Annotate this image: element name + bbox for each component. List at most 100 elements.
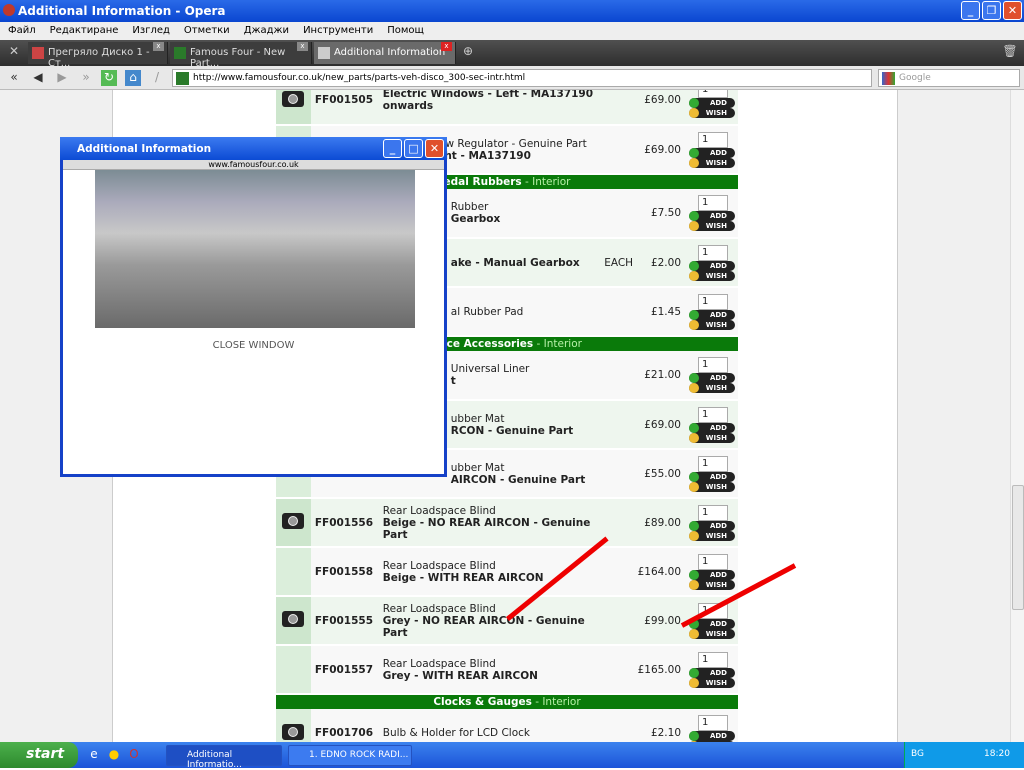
scrollbar-thumb[interactable] — [1012, 485, 1024, 610]
add-button[interactable]: ADD — [689, 98, 735, 108]
camera-icon[interactable] — [282, 611, 305, 627]
quantity-input[interactable]: 1 — [698, 651, 728, 668]
wish-button[interactable]: WISH — [689, 221, 735, 231]
wish-button[interactable]: WISH — [689, 270, 735, 281]
quantity-input[interactable]: 1 — [698, 195, 728, 211]
edit-icon[interactable]: / — [149, 70, 165, 86]
popup-address: www.famousfour.co.uk — [63, 160, 444, 170]
wish-button[interactable]: WISH — [689, 108, 735, 118]
taskbar-item-opera[interactable]: Additional Informatio... — [166, 745, 282, 770]
part-desc-line1: Rear Loadspace Blind — [382, 657, 496, 670]
tools-icon[interactable]: ✕ — [6, 44, 22, 60]
quantity-input[interactable]: 1 — [698, 455, 728, 472]
opera-quicklaunch-icon[interactable]: O — [126, 747, 142, 763]
taskbar-item-radio[interactable]: 1. EDNO ROCK RADI... — [288, 745, 412, 766]
quantity-input[interactable]: 1 — [698, 131, 728, 148]
quantity-input[interactable]: 1 — [698, 553, 728, 570]
price: £89.00 — [637, 498, 687, 548]
wish-button[interactable]: WISH — [689, 677, 735, 688]
add-button[interactable]: ADD — [689, 569, 735, 580]
reload-icon[interactable]: ↻ — [101, 70, 117, 86]
quantity-input[interactable]: 1 — [698, 90, 728, 98]
start-button[interactable]: start — [0, 742, 78, 768]
home-icon[interactable]: ⌂ — [125, 70, 141, 86]
popup-maximize-button[interactable]: □ — [404, 139, 423, 158]
popup-minimize-button[interactable]: _ — [383, 139, 402, 158]
part-desc-line1: Rear Loadspace Blind — [382, 504, 496, 517]
wish-button[interactable]: WISH — [689, 530, 735, 541]
menu-view[interactable]: Изглед — [132, 25, 170, 37]
system-tray: BG 18:20 — [904, 742, 1024, 768]
tab-additional-information[interactable]: Additional Information x — [314, 42, 456, 64]
menu-bar: Файл Редактиране Изглед Отметки Джаджи Инстру… — [0, 22, 1024, 40]
quantity-input[interactable]: 1 — [698, 406, 728, 423]
part-desc-line2: Grey - WITH REAR AIRCON — [382, 669, 538, 682]
add-button[interactable]: ADD — [689, 520, 735, 531]
add-button[interactable]: ADD — [689, 211, 735, 221]
price: £69.00 — [637, 400, 687, 450]
add-button[interactable]: ADD — [689, 422, 735, 433]
wish-button[interactable]: WISH — [689, 481, 735, 492]
minimize-button[interactable]: _ — [961, 1, 980, 20]
tab-close-icon[interactable]: x — [153, 42, 164, 51]
wish-button[interactable]: WISH — [689, 157, 735, 168]
media-quicklaunch-icon[interactable]: ● — [106, 747, 122, 763]
quantity-input[interactable]: 1 — [698, 715, 728, 731]
menu-bookmarks[interactable]: Отметки — [184, 25, 230, 37]
window-titlebar: Additional Information - Opera _ ❐ ✕ — [0, 0, 1024, 22]
url-input[interactable]: http://www.famousfour.co.uk/new_parts/pa… — [172, 69, 872, 87]
add-button[interactable]: ADD — [689, 260, 735, 271]
part-desc-line2: Grey - NO REAR AIRCON - Genuine Part — [382, 614, 585, 639]
menu-widgets[interactable]: Джаджи — [244, 25, 289, 37]
tab-close-icon[interactable]: x — [297, 42, 308, 51]
restore-button[interactable]: ❐ — [982, 1, 1001, 20]
tab-close-icon[interactable]: x — [441, 42, 452, 51]
language-indicator[interactable]: BG — [911, 749, 924, 759]
quantity-input[interactable]: 1 — [698, 293, 728, 310]
add-button[interactable]: ADD — [689, 667, 735, 678]
ie-quicklaunch-icon[interactable]: e — [86, 747, 102, 763]
search-input[interactable]: Google — [878, 69, 1020, 87]
wish-button[interactable]: WISH — [689, 432, 735, 443]
camera-icon[interactable] — [282, 723, 305, 740]
add-button[interactable]: ADD — [689, 731, 735, 741]
add-button[interactable]: ADD — [689, 309, 735, 320]
new-tab-icon[interactable]: ⊕ — [460, 44, 476, 60]
add-button[interactable]: ADD — [689, 373, 735, 383]
unit — [599, 351, 638, 401]
part-desc-line1: Bulb & Holder for LCD Clock — [382, 727, 530, 739]
wish-button[interactable]: WISH — [689, 319, 735, 330]
part-desc-line1: Rubber — [450, 201, 489, 213]
wish-button[interactable]: WISH — [689, 628, 735, 639]
search-placeholder: Google — [899, 73, 931, 83]
fast-forward-icon[interactable]: » — [78, 70, 94, 86]
wish-button[interactable]: WISH — [689, 579, 735, 590]
menu-edit[interactable]: Редактиране — [50, 25, 119, 37]
price: £55.00 — [637, 449, 687, 499]
category-title: edal Rubbers — [443, 176, 522, 188]
quantity-input[interactable]: 1 — [698, 357, 728, 373]
wish-button[interactable]: WISH — [689, 383, 735, 393]
scrollbar[interactable] — [1010, 90, 1024, 742]
back-icon[interactable]: ◀ — [30, 70, 46, 86]
rewind-icon[interactable]: « — [6, 70, 22, 86]
add-button[interactable]: ADD — [689, 471, 735, 482]
popup-titlebar[interactable]: Additional Information _ □ ✕ — [60, 137, 447, 160]
menu-help[interactable]: Помощ — [387, 25, 424, 37]
camera-icon[interactable] — [282, 513, 305, 529]
tab-famous-four[interactable]: Famous Four - New Part... x — [170, 42, 312, 69]
forward-icon[interactable]: ▶ — [54, 70, 70, 86]
add-button[interactable]: ADD — [689, 147, 735, 158]
close-button[interactable]: ✕ — [1003, 1, 1022, 20]
popup-close-button[interactable]: ✕ — [425, 139, 444, 158]
quantity-input[interactable]: 1 — [698, 504, 728, 521]
tab-disco[interactable]: Прегряло Диско 1 - Ст... x — [28, 42, 168, 69]
menu-file[interactable]: Файл — [8, 25, 36, 37]
address-toolbar: « ◀ ▶ » ↻ ⌂ / http://www.famousfour.co.u… — [0, 66, 1024, 90]
trash-icon[interactable]: 🗑 — [1002, 44, 1018, 60]
quantity-input[interactable]: 1 — [698, 244, 728, 261]
menu-tools[interactable]: Инструменти — [303, 25, 373, 37]
clock: 18:20 — [984, 749, 1010, 759]
close-window-link[interactable]: CLOSE WINDOW — [63, 340, 444, 351]
camera-icon[interactable] — [282, 90, 305, 107]
